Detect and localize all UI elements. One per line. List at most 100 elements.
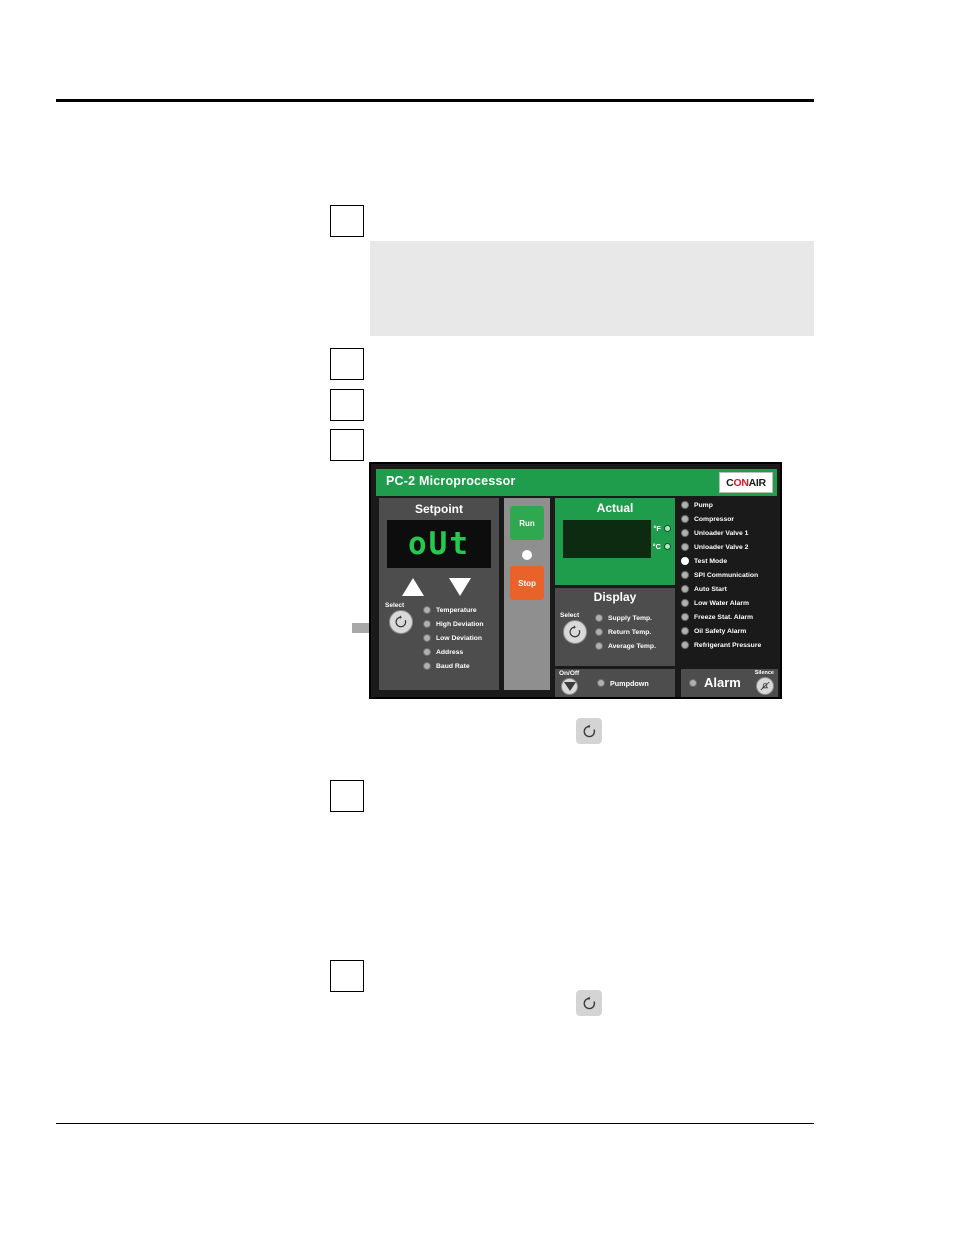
status-led-row: Pump [681, 498, 778, 512]
status-led-row: Refrigerant Pressure [681, 638, 778, 652]
alarm-module: Alarm Silence [681, 669, 778, 697]
status-led-label: Freeze Stat. Alarm [694, 613, 754, 621]
setpoint-led-label: Temperature [436, 606, 477, 614]
setpoint-increase-button[interactable] [402, 578, 424, 596]
panel-header: PC-2 Microprocessor CONAIR [376, 469, 777, 496]
actual-unit-f-label: °F [653, 524, 661, 533]
actual-unit-f-led [664, 525, 671, 532]
status-led-label: Compressor [694, 515, 735, 523]
setpoint-led-label: Address [436, 648, 464, 656]
pumpdown-row[interactable]: Pumpdown [597, 676, 649, 690]
status-led-row: Test Mode [681, 554, 778, 568]
setpoint-led-row[interactable]: High Deviation [423, 617, 484, 631]
status-led-test-mode [681, 557, 689, 565]
setpoint-led-high-deviation [423, 620, 431, 628]
setpoint-display: oUt [387, 520, 491, 568]
actual-unit-c-label: °C [652, 542, 661, 551]
pumpdown-led [597, 679, 605, 687]
status-led-row: Unloader Valve 1 [681, 526, 778, 540]
display-led-label: Return Temp. [608, 628, 652, 636]
status-led-freeze-stat-alarm [681, 613, 689, 621]
setpoint-led-address [423, 648, 431, 656]
run-button[interactable]: Run [510, 506, 544, 540]
status-led-row: Compressor [681, 512, 778, 526]
bell-muted-icon [760, 681, 770, 691]
actual-unit-f[interactable]: °F [653, 524, 671, 533]
step-box-6 [330, 960, 364, 992]
status-led-label: SPI Communication [694, 571, 759, 579]
setpoint-led-row[interactable]: Low Deviation [423, 631, 484, 645]
pc2-control-panel: PC-2 Microprocessor CONAIR Setpoint oUt … [369, 462, 782, 699]
silence-button[interactable] [756, 677, 774, 695]
status-led-label: Refrigerant Pressure [694, 641, 762, 649]
status-led-spi-communication [681, 571, 689, 579]
onoff-button[interactable] [561, 678, 578, 695]
setpoint-led-temperature [423, 606, 431, 614]
brand-text: CONAIR [726, 476, 766, 489]
status-led-label: Test Mode [694, 557, 728, 565]
refresh-icon [576, 990, 602, 1016]
display-led-supply-temp [595, 614, 603, 622]
stop-button[interactable]: Stop [510, 566, 544, 600]
step-box-1 [330, 205, 364, 237]
display-led-row[interactable]: Average Temp. [595, 639, 656, 653]
status-led-label: Unloader Valve 1 [694, 529, 749, 537]
status-led-auto-start [681, 585, 689, 593]
refresh-icon [395, 615, 407, 628]
actual-module: Actual °F °C [555, 498, 675, 585]
display-select-button[interactable] [563, 620, 587, 644]
setpoint-module: Setpoint oUt Select Temperature High Dev… [379, 498, 499, 690]
setpoint-led-list: Temperature High Deviation Low Deviation… [423, 603, 484, 673]
pumpdown-label: Pumpdown [610, 678, 649, 688]
status-led-row: Auto Start [681, 582, 778, 596]
status-led-oil-safety-alarm [681, 627, 689, 635]
actual-label: Actual [596, 501, 634, 515]
step-box-3 [330, 389, 364, 421]
setpoint-led-row[interactable]: Temperature [423, 603, 484, 617]
setpoint-label: Setpoint [415, 502, 463, 516]
status-led-refrigerant-pressure [681, 641, 689, 649]
status-led-low-water-alarm [681, 599, 689, 607]
step-box-2 [330, 348, 364, 380]
onoff-label: On/Off [559, 670, 580, 677]
status-led-row: Low Water Alarm [681, 596, 778, 610]
page-bottom-rule [56, 1123, 814, 1124]
setpoint-led-label: Baud Rate [436, 662, 470, 670]
display-led-average-temp [595, 642, 603, 650]
setpoint-select-label: Select [385, 602, 405, 609]
step-box-5 [330, 780, 364, 812]
triangle-down-icon [563, 682, 576, 691]
display-led-row[interactable]: Return Temp. [595, 625, 656, 639]
display-module: Display Select Supply Temp. Return Temp.… [555, 588, 675, 666]
display-led-row[interactable]: Supply Temp. [595, 611, 656, 625]
display-label: Display [593, 590, 637, 604]
status-led-list: Pump Compressor Unloader Valve 1 Unloade… [681, 498, 778, 666]
setpoint-led-row[interactable]: Baud Rate [423, 659, 484, 673]
run-status-led [522, 550, 532, 560]
step-box-4 [330, 429, 364, 461]
setpoint-led-label: High Deviation [436, 620, 484, 628]
refresh-icon [569, 625, 581, 638]
actual-unit-c[interactable]: °C [653, 542, 671, 551]
setpoint-select-button[interactable] [389, 610, 413, 634]
status-led-compressor [681, 515, 689, 523]
display-led-label: Average Temp. [608, 642, 656, 650]
status-led-label: Low Water Alarm [694, 599, 750, 607]
setpoint-led-label: Low Deviation [436, 634, 483, 642]
setpoint-decrease-button[interactable] [449, 578, 471, 596]
onoff-module: On/Off Pumpdown [555, 669, 675, 697]
status-led-label: Pump [694, 501, 713, 509]
actual-display [563, 520, 651, 558]
note-block [370, 241, 814, 336]
setpoint-led-row[interactable]: Address [423, 645, 484, 659]
setpoint-led-low-deviation [423, 634, 431, 642]
display-select-label: Select [560, 612, 580, 619]
display-led-return-temp [595, 628, 603, 636]
status-led-label: Auto Start [694, 585, 727, 593]
status-led-row: Freeze Stat. Alarm [681, 610, 778, 624]
status-led-row: SPI Communication [681, 568, 778, 582]
actual-unit-c-led [664, 543, 671, 550]
run-stop-module: Run Stop [504, 498, 550, 690]
page-top-rule [56, 99, 814, 102]
alarm-label: Alarm [704, 675, 741, 690]
